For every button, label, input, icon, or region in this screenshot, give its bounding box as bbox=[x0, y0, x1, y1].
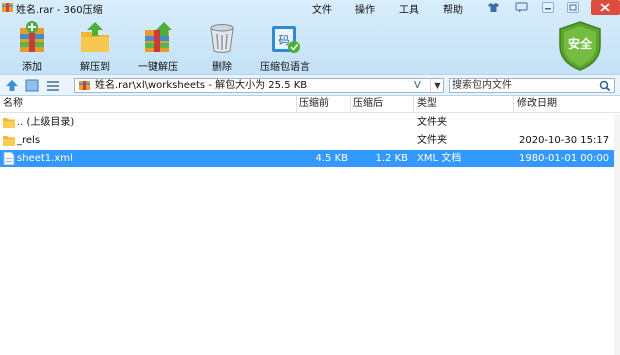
file-modified: 2020-10-30 15:17 bbox=[519, 135, 610, 146]
archive-app-icon bbox=[2, 3, 13, 12]
security-shield-button[interactable]: 安全 bbox=[556, 20, 604, 72]
window-title: 姓名.rar - 360压缩 bbox=[16, 5, 103, 16]
skin-shirt-icon[interactable] bbox=[486, 1, 501, 14]
thumbnail-view-icon[interactable] bbox=[25, 79, 39, 92]
file-packed-size bbox=[350, 132, 408, 149]
list-item[interactable]: _rels 文件夹 2020-10-30 15:17 bbox=[0, 132, 620, 149]
add-label: 添加 bbox=[22, 62, 42, 73]
address-field[interactable]: 姓名.rar\xl\worksheets - 解包大小为 25.5 KB V ▼ bbox=[74, 78, 444, 93]
svg-text:码: 码 bbox=[279, 34, 290, 47]
file-name: sheet1.xml bbox=[17, 153, 73, 164]
file-packed-size: 1.2 KB bbox=[375, 153, 409, 164]
security-label: 安全 bbox=[567, 37, 592, 51]
trash-icon bbox=[210, 24, 234, 53]
file-compressed-size bbox=[296, 132, 348, 149]
up-arrow-icon[interactable] bbox=[5, 79, 19, 92]
list-item-selected[interactable]: sheet1.xml 4.5 KB 1.2 KB XML 文档 1980-01-… bbox=[0, 150, 620, 167]
archive-language-button[interactable]: 码 压缩包语言 bbox=[257, 18, 313, 73]
file-packed-size bbox=[350, 114, 408, 131]
delete-label: 删除 bbox=[212, 62, 232, 73]
archive-window: 姓名.rar - 360压缩 文件 操作 工具 帮助 添加 解压到 一键解压 删… bbox=[0, 0, 620, 355]
one-click-extract-icon bbox=[145, 22, 172, 52]
search-icon[interactable] bbox=[598, 80, 612, 91]
close-icon[interactable] bbox=[591, 0, 620, 15]
extract-to-label: 解压到 bbox=[80, 62, 110, 73]
address-path: 姓名.rar\xl\worksheets - 解包大小为 25.5 KB bbox=[95, 80, 308, 91]
archive-language-icon: 码 bbox=[272, 26, 300, 53]
file-compressed-size: 4.5 KB bbox=[315, 153, 349, 164]
address-bar-row: 姓名.rar\xl\worksheets - 解包大小为 25.5 KB V ▼ bbox=[0, 74, 620, 96]
menu-help[interactable]: 帮助 bbox=[443, 1, 463, 16]
chevron-down-icon[interactable]: ▼ bbox=[430, 79, 444, 92]
archive-language-label: 压缩包语言 bbox=[260, 62, 310, 73]
file-name: _rels bbox=[17, 135, 41, 146]
folder-icon bbox=[3, 118, 15, 128]
file-modified: 1980-01-01 00:00 bbox=[519, 153, 610, 164]
column-modified[interactable]: 修改日期 bbox=[517, 96, 557, 112]
list-item[interactable]: .. (上级目录) 文件夹 bbox=[0, 114, 620, 131]
column-divider[interactable] bbox=[296, 96, 297, 112]
extract-to-button[interactable]: 解压到 bbox=[67, 18, 123, 73]
menu-operate[interactable]: 操作 bbox=[355, 1, 375, 16]
list-view-icon[interactable] bbox=[46, 79, 60, 92]
file-type: 文件夹 bbox=[417, 117, 447, 128]
column-type[interactable]: 类型 bbox=[417, 96, 437, 112]
file-type: 文件夹 bbox=[417, 135, 447, 146]
scrollbar[interactable] bbox=[614, 114, 620, 355]
search-box bbox=[449, 78, 615, 93]
add-button[interactable]: 添加 bbox=[4, 18, 60, 73]
file-type: XML 文档 bbox=[417, 153, 462, 164]
address-v-button[interactable]: V bbox=[414, 79, 421, 92]
archive-icon bbox=[79, 81, 90, 90]
column-name[interactable]: 名称 bbox=[3, 96, 23, 112]
file-name: .. (上级目录) bbox=[17, 117, 75, 128]
folder-icon bbox=[3, 136, 15, 146]
message-icon[interactable] bbox=[514, 1, 529, 14]
extract-to-icon bbox=[81, 22, 109, 52]
menu-tools[interactable]: 工具 bbox=[399, 1, 419, 16]
delete-button[interactable]: 删除 bbox=[194, 18, 250, 73]
minimize-icon[interactable] bbox=[540, 1, 555, 14]
add-archive-icon bbox=[20, 21, 44, 52]
menu-file[interactable]: 文件 bbox=[312, 1, 332, 16]
column-divider[interactable] bbox=[513, 96, 514, 112]
maximize-icon[interactable] bbox=[565, 1, 580, 14]
one-click-extract-button[interactable]: 一键解压 bbox=[130, 18, 186, 73]
column-divider[interactable] bbox=[350, 96, 351, 112]
search-input[interactable] bbox=[452, 79, 592, 92]
top-toolbar-area: 姓名.rar - 360压缩 文件 操作 工具 帮助 添加 解压到 一键解压 删… bbox=[0, 0, 620, 74]
one-click-extract-label: 一键解压 bbox=[138, 62, 178, 73]
file-compressed-size bbox=[296, 114, 348, 131]
column-compressed[interactable]: 压缩前 bbox=[299, 96, 329, 112]
title-bar: 姓名.rar - 360压缩 文件 操作 工具 帮助 bbox=[0, 0, 620, 16]
xml-file-icon bbox=[3, 152, 15, 165]
column-divider[interactable] bbox=[413, 96, 414, 112]
column-packed[interactable]: 压缩后 bbox=[353, 96, 383, 112]
column-header-row: 名称 压缩前 压缩后 类型 修改日期 bbox=[0, 96, 620, 113]
